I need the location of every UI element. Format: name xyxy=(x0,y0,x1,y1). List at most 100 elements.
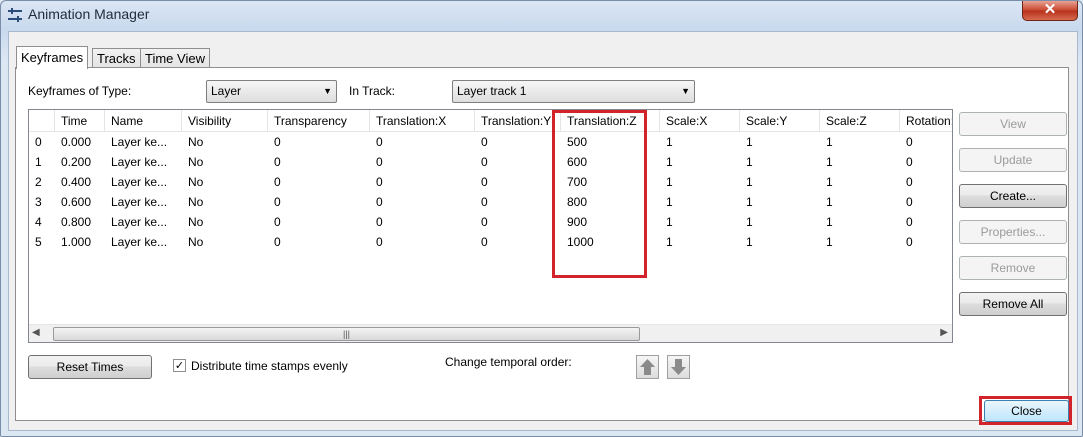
column-header[interactable]: Scale:X xyxy=(660,110,740,132)
table-cell: 0 xyxy=(906,175,913,189)
track-select-value: Layer track 1 xyxy=(457,84,527,98)
table-cell: Layer ke... xyxy=(111,135,168,149)
table-cell: 600 xyxy=(567,155,588,169)
reset-times-button[interactable]: Reset Times xyxy=(28,355,152,379)
column-header[interactable]: Name xyxy=(105,110,182,132)
close-icon: ✕ xyxy=(1043,1,1057,18)
track-label: In Track: xyxy=(349,84,396,98)
type-select-value: Layer xyxy=(211,84,242,98)
type-select[interactable]: Layer ▼ xyxy=(206,80,337,103)
table-cell: Layer ke... xyxy=(111,235,168,249)
table-cell: 1 xyxy=(826,235,833,249)
remove-all-button[interactable]: Remove All xyxy=(959,292,1067,316)
type-label: Keyframes of Type: xyxy=(28,84,132,98)
table-cell: 1 xyxy=(746,235,753,249)
move-down-button[interactable] xyxy=(667,355,690,379)
animation-manager-window: Animation Manager ✕ Keyframes Tracks Tim… xyxy=(0,0,1083,437)
table-cell: No xyxy=(188,215,204,229)
column-header[interactable]: Rotation: xyxy=(900,110,952,132)
close-button[interactable]: Close xyxy=(984,400,1069,422)
table-cell: 0 xyxy=(274,175,281,189)
table-cell: 1 xyxy=(666,195,673,209)
update-button[interactable]: Update xyxy=(959,148,1067,172)
table-cell: 0 xyxy=(481,195,488,209)
table-cell: 0 xyxy=(376,155,383,169)
table-cell: 900 xyxy=(567,215,588,229)
table-cell: 1000 xyxy=(567,235,594,249)
table-cell: 0.600 xyxy=(61,195,92,209)
column-header[interactable]: Translation:Y xyxy=(475,110,561,132)
table-cell: 0 xyxy=(376,135,383,149)
arrow-up-icon xyxy=(640,359,655,375)
column-header[interactable] xyxy=(29,110,55,132)
view-button[interactable]: View xyxy=(959,112,1067,136)
table-cell: Layer ke... xyxy=(111,195,168,209)
table-cell: 0.000 xyxy=(61,135,92,149)
dialog-client: Keyframes Tracks Time View Keyframes of … xyxy=(8,31,1078,431)
table-cell: 1 xyxy=(826,175,833,189)
table-cell: 1 xyxy=(746,175,753,189)
table-cell: 1 xyxy=(746,135,753,149)
table-cell: 0 xyxy=(274,155,281,169)
column-header[interactable]: Visibility xyxy=(182,110,268,132)
distribute-checkbox[interactable]: ✓ xyxy=(173,359,186,372)
table-cell: 0 xyxy=(481,215,488,229)
table-cell: 3 xyxy=(35,195,42,209)
table-cell: 1 xyxy=(666,155,673,169)
column-header[interactable]: Translation:X xyxy=(370,110,475,132)
table-cell: 500 xyxy=(567,135,588,149)
tab-tracks[interactable]: Tracks xyxy=(92,48,141,68)
tab-keyframes[interactable]: Keyframes xyxy=(16,46,89,69)
table-cell: 0 xyxy=(274,235,281,249)
column-header[interactable]: Transparency xyxy=(268,110,370,132)
table-cell: 1 xyxy=(666,235,673,249)
table-cell: 0 xyxy=(274,135,281,149)
column-header[interactable]: Time xyxy=(55,110,105,132)
table-cell: 5 xyxy=(35,235,42,249)
table-cell: No xyxy=(188,155,204,169)
table-cell: No xyxy=(188,195,204,209)
column-header[interactable]: Scale:Y xyxy=(740,110,820,132)
table-cell: 0 xyxy=(376,175,383,189)
table-cell: 0.800 xyxy=(61,215,92,229)
chevron-down-icon: ▼ xyxy=(681,86,690,96)
table-cell: 1 xyxy=(666,175,673,189)
table-cell: 1 xyxy=(826,155,833,169)
table-cell: Layer ke... xyxy=(111,215,168,229)
chevron-down-icon: ▼ xyxy=(323,86,332,96)
table-cell: Layer ke... xyxy=(111,155,168,169)
move-up-button[interactable] xyxy=(636,355,659,379)
column-header[interactable]: Translation:Z xyxy=(561,110,660,132)
horizontal-scrollbar[interactable]: ◀ ||| ▶ xyxy=(29,324,952,342)
table-cell: 1 xyxy=(826,215,833,229)
create-button[interactable]: Create... xyxy=(959,184,1067,208)
table-cell: 0 xyxy=(906,215,913,229)
table-cell: No xyxy=(188,235,204,249)
table-cell: 0 xyxy=(376,195,383,209)
table-cell: 0 xyxy=(481,175,488,189)
keyframes-table[interactable]: Time Name Visibility Transparency Translatio… xyxy=(28,109,953,343)
table-cell: 4 xyxy=(35,215,42,229)
column-header[interactable]: Scale:Z xyxy=(820,110,900,132)
table-cell: 1 xyxy=(746,155,753,169)
remove-button[interactable]: Remove xyxy=(959,256,1067,280)
distribute-label: Distribute time stamps evenly xyxy=(191,359,348,373)
table-cell: 0 xyxy=(481,235,488,249)
table-cell: Layer ke... xyxy=(111,175,168,189)
window-title: Animation Manager xyxy=(28,6,150,22)
table-cell: 0 xyxy=(906,135,913,149)
scroll-thumb[interactable]: ||| xyxy=(53,327,640,341)
tab-time-view[interactable]: Time View xyxy=(140,48,210,68)
table-cell: 1 xyxy=(826,195,833,209)
track-select[interactable]: Layer track 1 ▼ xyxy=(452,80,695,103)
table-cell: 1 xyxy=(35,155,42,169)
title-bar: Animation Manager ✕ xyxy=(1,1,1082,29)
table-cell: 0.400 xyxy=(61,175,92,189)
table-cell: 0 xyxy=(481,155,488,169)
window-close-button[interactable]: ✕ xyxy=(1022,1,1078,21)
scroll-left-icon[interactable]: ◀ xyxy=(32,327,40,338)
table-cell: 0 xyxy=(376,215,383,229)
table-cell: 0 xyxy=(35,135,42,149)
scroll-right-icon[interactable]: ▶ xyxy=(940,327,948,338)
properties-button[interactable]: Properties... xyxy=(959,220,1067,244)
